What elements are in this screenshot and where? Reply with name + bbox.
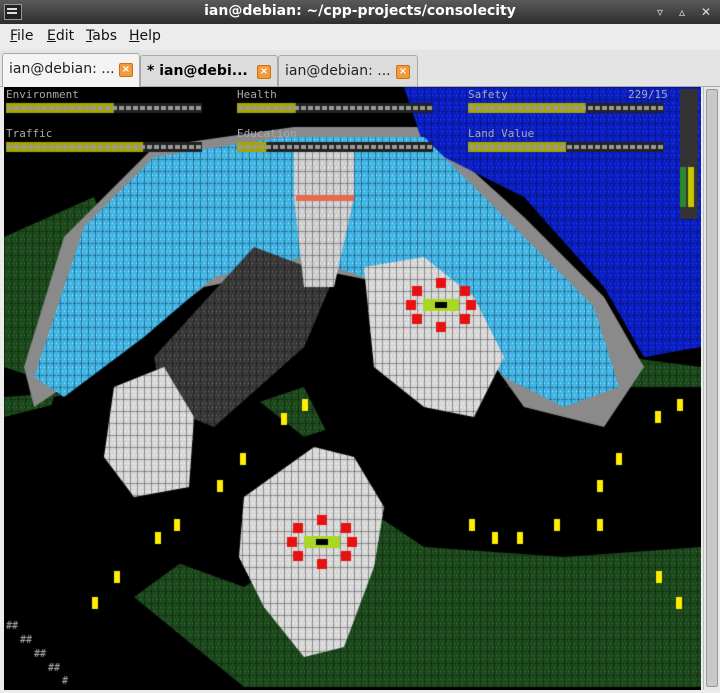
window-title: ian@debian: ~/cpp-projects/consolecity — [204, 3, 516, 19]
tab-label: ian@debian: ... — [9, 61, 115, 77]
city-map[interactable] — [4, 87, 701, 690]
maximize-icon[interactable]: ▵ — [674, 4, 690, 20]
stat-health-label: Health — [237, 88, 277, 101]
menu-tabs[interactable]: Tabs — [86, 28, 117, 44]
tab-label: ian@debian: ... — [285, 63, 391, 79]
menu-bar: File Edit Tabs Help — [0, 24, 720, 50]
menu-edit[interactable]: Edit — [47, 28, 74, 44]
tab-label: * ian@debi... — [147, 63, 248, 79]
menu-help[interactable]: Help — [129, 28, 161, 44]
title-bar[interactable]: ian@debian: ~/cpp-projects/consolecity ▿… — [0, 0, 720, 24]
menu-file[interactable]: File — [10, 28, 33, 44]
stat-environment-label: Environment — [6, 88, 79, 101]
tab-close-icon[interactable]: × — [119, 63, 133, 77]
stat-traffic-label: Traffic — [6, 127, 53, 140]
tab-close-icon[interactable]: × — [257, 65, 271, 79]
terminal-screen[interactable]: Environment Health Safety 229/15 Traffic… — [4, 87, 701, 690]
tab-2[interactable]: * ian@debi... × — [140, 55, 278, 86]
scrollbar[interactable] — [703, 87, 719, 690]
terminal-window: ian@debian: ~/cpp-projects/consolecity ▿… — [0, 0, 720, 693]
tab-bar: ian@debian: ... × * ian@debi... × ian@de… — [0, 50, 720, 87]
stat-education-label: Education — [237, 127, 297, 140]
scrollbar-thumb[interactable] — [706, 89, 718, 687]
stat-land-value-label: Land Value — [468, 127, 535, 140]
close-icon[interactable]: ✕ — [698, 4, 714, 20]
tab-close-icon[interactable]: × — [396, 65, 410, 79]
minimize-icon[interactable]: ▿ — [652, 4, 668, 20]
tab-3[interactable]: ian@debian: ... × — [278, 55, 418, 86]
tab-1[interactable]: ian@debian: ... × — [2, 53, 140, 87]
stat-counter: 229/15 — [628, 88, 668, 101]
stat-safety-label: Safety — [468, 88, 508, 101]
